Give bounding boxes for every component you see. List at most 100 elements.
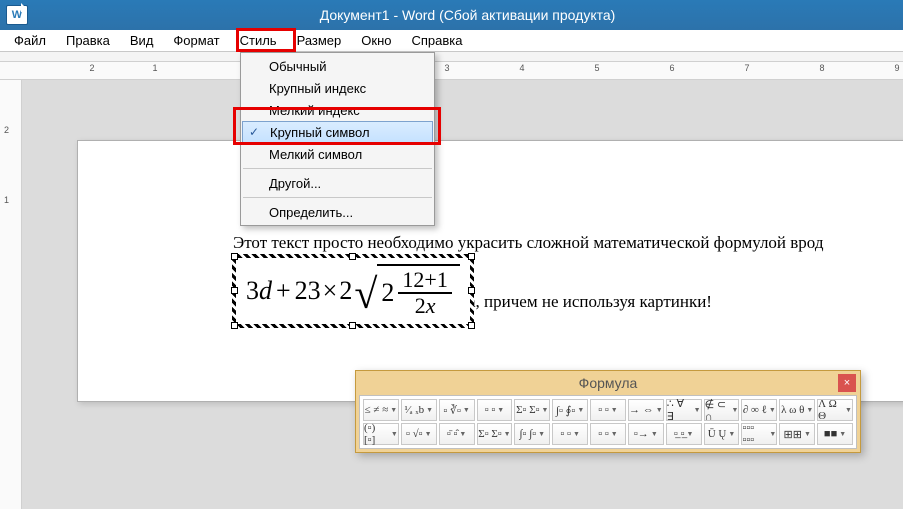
resize-handle[interactable] [231,287,238,294]
document-text-line2[interactable]: а, причем не используя картинки! [468,292,712,312]
dropdown-arrow-icon: ▼ [542,406,549,414]
resize-handle[interactable] [349,322,356,329]
eq-var: d [259,276,272,306]
ruler-h-tick: 4 [519,63,524,73]
formula-palette-button[interactable]: Σ▫ Σ▫▼ [477,423,513,445]
dropdown-arrow-icon: ▼ [577,406,584,414]
dropdown-arrow-icon: ▼ [426,406,433,414]
menu-style[interactable]: Стиль [230,31,287,50]
menu-edit[interactable]: Правка [56,31,120,50]
formula-toolbar[interactable]: Формула × ≤ ≠ ≈▼¹⁄ₐ ₓb▼▫ ∛▫▼▫ ▫▼Σ▫ Σ▫▼∫▫… [355,370,861,453]
toolbar-title[interactable]: Формула × [356,371,860,395]
formula-palette-button[interactable]: Ū Ų▼ [704,423,740,445]
size-dropdown: Обычный Крупный индекс Мелкий индекс ✓Кр… [240,52,435,226]
resize-handle[interactable] [468,287,475,294]
ruler-v-tick: 1 [4,195,9,205]
dd-label: Обычный [269,59,326,74]
palette-glyphs: Σ▫ Σ▫ [478,428,501,440]
vertical-ruler[interactable]: 2 1 [0,80,22,509]
dropdown-arrow-icon: ▼ [839,430,846,438]
formula-palette-button[interactable]: ▫▫▫ ▫▫▫▼ [741,423,777,445]
resize-handle[interactable] [231,253,238,260]
menu-window[interactable]: Окно [351,31,401,50]
dropdown-arrow-icon: ▼ [686,430,693,438]
document-text-line1[interactable]: Этот текст просто необходимо украсить сл… [233,233,823,253]
dd-item-small-symbol[interactable]: Мелкий символ [241,143,434,165]
fraction: 12+1 2x [398,268,451,318]
formula-palette-button[interactable]: Λ Ω Θ▼ [817,399,853,421]
resize-handle[interactable] [231,322,238,329]
resize-handle[interactable] [468,253,475,260]
dd-item-small-index[interactable]: Мелкий индекс [241,99,434,121]
formula-palette-button[interactable]: ▫→▼ [628,423,664,445]
palette-glyphs: Σ▫ Σ▫ [516,404,539,416]
ruler-h-tick: 9 [894,63,899,73]
palette-glyphs: ▫ ▫ [485,404,496,416]
palette-glyphs: ▫ √▫ [406,428,423,440]
dd-item-large-index[interactable]: Крупный индекс [241,77,434,99]
dd-item-normal[interactable]: Обычный [241,55,434,77]
formula-palette-button[interactable]: ▫̄ ▫̂▼ [439,423,475,445]
menu-help[interactable]: Справка [401,31,472,50]
dd-label: Определить... [269,205,353,220]
frac-denominator: 2x [411,294,440,318]
dropdown-arrow-icon: ▼ [504,430,511,438]
horizontal-ruler[interactable]: 2 1 1 2 3 4 5 6 7 8 9 [0,62,903,80]
formula-palette-button[interactable]: ∫▫ ∫▫▼ [514,423,550,445]
close-button[interactable]: × [838,374,856,392]
formula-palette-button[interactable]: ▫ ▫▼ [590,399,626,421]
formula-palette-button[interactable]: ▫ ▫▼ [477,399,513,421]
dd-item-other[interactable]: Другой... [241,172,434,194]
separator [243,168,432,169]
ribbon-area [0,52,903,62]
palette-glyphs: ▫ ▫ [598,428,609,440]
resize-handle[interactable] [349,253,356,260]
palette-glyphs: Λ Ω Θ [818,398,843,422]
formula-palette-button[interactable]: → ⇔▼ [628,399,664,421]
palette-glyphs: λ ω θ [781,404,804,416]
equation-object[interactable]: 3d + 23 × 2 √ 2 12+1 2x [233,255,473,327]
menubar: Файл Правка Вид Формат Стиль Размер Окно… [0,30,903,52]
eq-num: 23 [295,276,321,306]
dd-item-define[interactable]: Определить... [241,201,434,223]
dd-label: Крупный символ [270,125,370,140]
formula-palette-button[interactable]: ▫ ▫▼ [590,423,626,445]
dd-label: Мелкий индекс [269,103,360,118]
formula-palette-button[interactable]: (▫) [▫]▼ [363,423,399,445]
formula-palette-button[interactable]: ∂ ∞ ℓ▼ [741,399,777,421]
ruler-h-tick: 3 [444,63,449,73]
menu-file[interactable]: Файл [4,31,56,50]
formula-palette-button[interactable]: λ ω θ▼ [779,399,815,421]
ruler-v-tick: 2 [4,125,9,135]
eq-var: x [426,293,436,318]
word-app-icon: W [6,5,28,25]
palette-glyphs: ∫▫ ∫▫ [520,428,537,440]
formula-palette-button[interactable]: ▫ ∛▫▼ [439,399,475,421]
formula-palette-button[interactable]: ▫ √▫▼ [401,423,437,445]
formula-palette-button[interactable]: ∉ ⊂ ∩▼ [704,399,740,421]
formula-palette-button[interactable]: ≤ ≠ ≈▼ [363,399,399,421]
formula-palette-button[interactable]: ⊞⊞▼ [779,423,815,445]
palette-glyphs: ¹⁄ₐ ₓb [405,404,425,416]
dropdown-arrow-icon: ▼ [694,406,701,414]
dropdown-arrow-icon: ▼ [391,430,398,438]
formula-palette-button[interactable]: ¹⁄ₐ ₓb▼ [401,399,437,421]
document-page[interactable] [77,140,903,402]
palette-glyphs: ▫→ [634,428,649,440]
formula-palette-button[interactable]: ▫ ▫▼ [552,423,588,445]
dd-item-large-symbol[interactable]: ✓Крупный символ [242,121,433,143]
formula-palette-button[interactable]: ∫▫ ∮▫▼ [552,399,588,421]
resize-handle[interactable] [468,322,475,329]
palette-glyphs: (▫) [▫] [364,422,389,446]
formula-palette-button[interactable]: ▫̲ ▫̲▼ [666,423,702,445]
palette-glyphs: ▫̲ ▫̲ [674,428,685,440]
formula-palette-button[interactable]: ∴ ∀ ∃▼ [666,399,702,421]
palette-glyphs: ▫ ∛▫ [443,404,461,417]
menu-size[interactable]: Размер [287,31,352,50]
dd-label: Крупный индекс [269,81,366,96]
formula-palette-button[interactable]: Σ▫ Σ▫▼ [514,399,550,421]
ruler-h-tick: 2 [89,63,94,73]
menu-format[interactable]: Формат [163,31,229,50]
menu-view[interactable]: Вид [120,31,164,50]
formula-palette-button[interactable]: ■■▼ [817,423,853,445]
